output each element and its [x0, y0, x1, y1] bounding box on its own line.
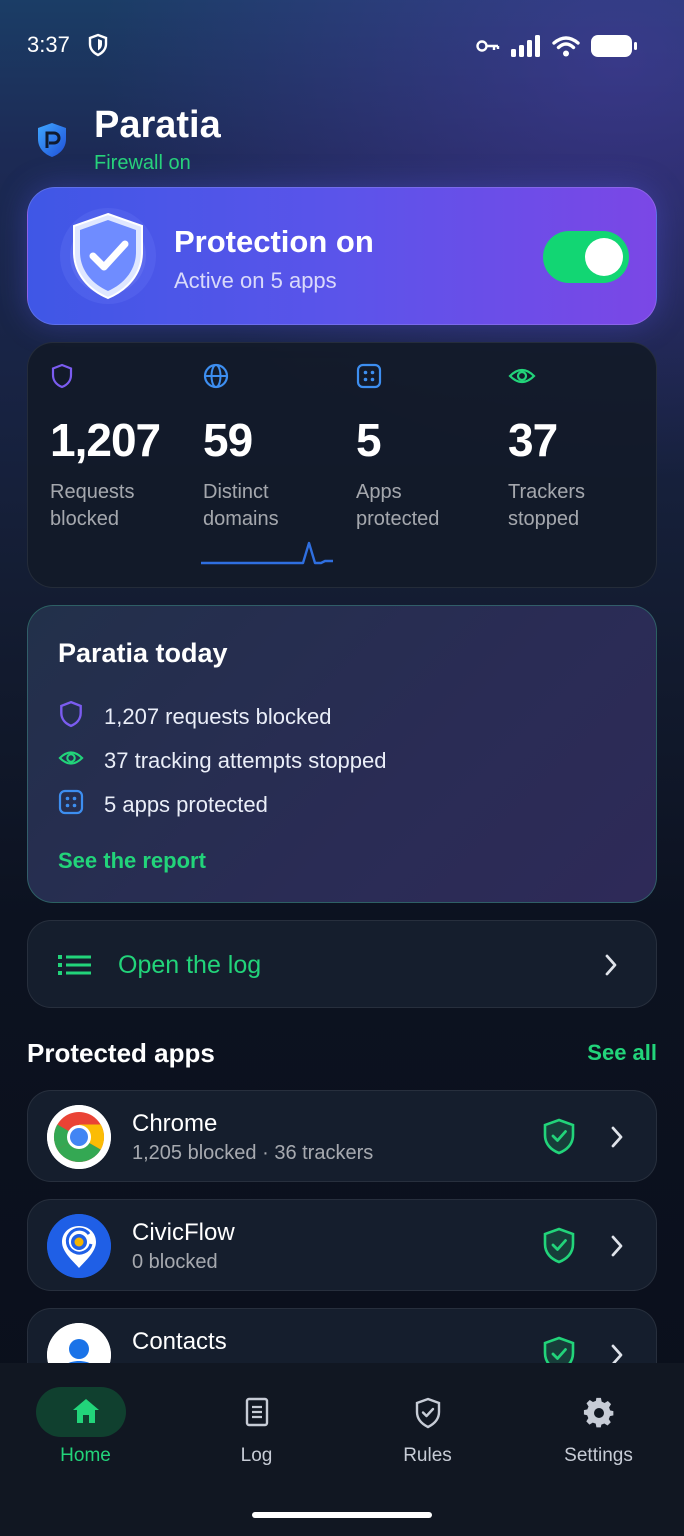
globe-icon: [203, 363, 353, 389]
home-indicator[interactable]: [252, 1512, 432, 1518]
toggle-knob: [585, 238, 623, 276]
protection-title: Protection on: [174, 224, 374, 259]
app-row-civicflow[interactable]: CivicFlow 0 blocked: [27, 1199, 657, 1291]
today-summary-card: Paratia today 1,207 requests blocked 37 …: [27, 605, 657, 903]
eye-icon: [508, 363, 658, 389]
status-time: 3:37: [27, 32, 70, 57]
nav-label: Settings: [564, 1445, 633, 1466]
document-icon: [245, 1397, 269, 1432]
gear-icon: [583, 1397, 615, 1434]
stat-requests-blocked: 1,207 Requests blocked: [50, 363, 200, 533]
home-icon: [71, 1397, 101, 1430]
signal-icon: [510, 35, 542, 62]
protected-apps-title: Protected apps: [27, 1038, 215, 1068]
nav-settings[interactable]: Settings: [513, 1363, 684, 1483]
stat-apps-protected: 5 Apps protected: [356, 363, 506, 533]
apps-icon: [58, 788, 84, 822]
chrome-icon: [47, 1105, 111, 1169]
firewall-status: Firewall on: [94, 152, 191, 174]
protection-toggle[interactable]: [543, 231, 629, 283]
shield-icon: [58, 700, 84, 734]
today-item: 37 tracking attempts stopped: [58, 744, 387, 778]
shield-check-icon: [542, 1227, 576, 1270]
chevron-right-icon: [604, 954, 618, 981]
open-log-label: Open the log: [118, 951, 262, 979]
stat-value: 59: [203, 414, 253, 466]
stat-distinct-domains: 59 Distinct domains: [203, 363, 353, 533]
today-item: 5 apps protected: [58, 788, 268, 822]
today-item-text: 1,207 requests blocked: [104, 704, 332, 729]
battery-icon: [590, 34, 638, 63]
stat-label: Apps protected: [356, 481, 440, 530]
app-meta: 1,205 blocked · 36 trackers: [132, 1142, 374, 1164]
app-row-chrome[interactable]: Chrome 1,205 blocked · 36 trackers: [27, 1090, 657, 1182]
see-all-link[interactable]: See all: [587, 1040, 657, 1066]
stat-value: 5: [356, 414, 382, 466]
stat-value: 1,207: [50, 414, 161, 466]
today-item-text: 37 tracking attempts stopped: [104, 748, 387, 773]
today-item: 1,207 requests blocked: [58, 700, 332, 734]
app-name: Contacts: [132, 1328, 227, 1355]
nav-label: Rules: [403, 1445, 452, 1466]
stat-trackers-stopped: 37 Trackers stopped: [508, 363, 658, 533]
shield-check-icon: [542, 1118, 576, 1161]
chevron-right-icon: [610, 1126, 624, 1153]
eye-icon: [58, 744, 84, 778]
list-icon: [58, 954, 92, 981]
nav-label: Log: [240, 1445, 273, 1466]
vpn-shield-icon: [88, 33, 108, 62]
chevron-right-icon: [610, 1235, 624, 1262]
civicflow-icon: [47, 1214, 111, 1278]
stat-label: Requests blocked: [50, 481, 135, 530]
status-bar: 3:37: [0, 0, 684, 90]
shield-icon: [50, 363, 200, 389]
protection-card[interactable]: Protection on Active on 5 apps: [27, 187, 657, 325]
app-name: Chrome: [132, 1110, 218, 1137]
nav-label: Home: [60, 1445, 111, 1466]
nav-log[interactable]: Log: [171, 1363, 342, 1483]
protection-shield-icon: [58, 206, 158, 311]
stats-card: 1,207 Requests blocked 59 Distinct domai…: [27, 342, 657, 588]
protection-subtitle: Active on 5 apps: [174, 268, 337, 293]
status-icons: [476, 34, 638, 63]
today-title: Paratia today: [58, 638, 228, 668]
app-meta: 0 blocked: [132, 1251, 218, 1273]
apps-icon: [356, 363, 506, 389]
nav-home[interactable]: Home: [0, 1363, 171, 1483]
app-title: Paratia: [94, 104, 221, 146]
see-report-link[interactable]: See the report: [58, 848, 206, 874]
bottom-navigation: Home Log Rules Settings: [0, 1363, 684, 1536]
open-log-button[interactable]: Open the log: [27, 920, 657, 1008]
key-icon: [476, 39, 500, 58]
domains-sparkline: [201, 539, 335, 574]
nav-rules[interactable]: Rules: [342, 1363, 513, 1483]
stat-value: 37: [508, 414, 558, 466]
stat-label: Distinct domains: [203, 481, 279, 530]
stat-label: Trackers stopped: [508, 481, 586, 530]
shield-check-icon: [414, 1397, 442, 1434]
paratia-logo-icon: [36, 122, 68, 163]
wifi-icon: [552, 35, 580, 62]
today-item-text: 5 apps protected: [104, 792, 268, 817]
app-name: CivicFlow: [132, 1219, 235, 1246]
